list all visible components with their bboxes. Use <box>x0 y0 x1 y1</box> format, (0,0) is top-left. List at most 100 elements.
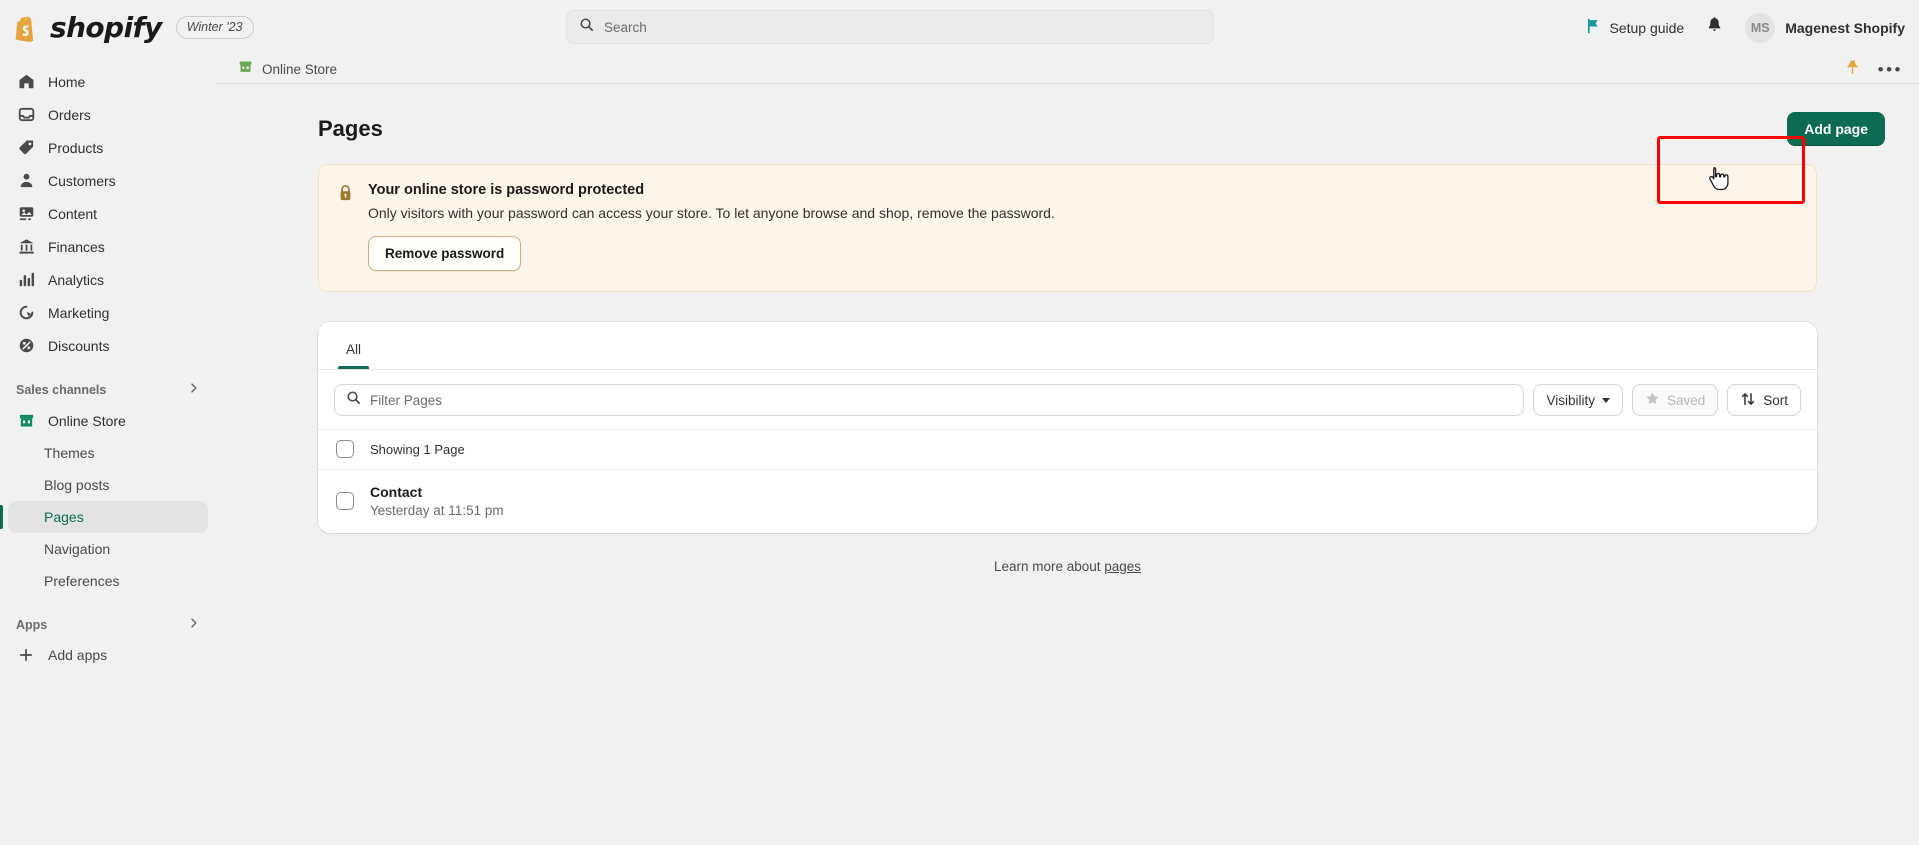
context-bar-actions: ••• <box>1845 59 1903 80</box>
notifications-bell-icon[interactable] <box>1706 16 1723 40</box>
tab-all-label: All <box>346 342 362 357</box>
sidebar-item-marketing-label: Marketing <box>48 304 110 321</box>
sidebar-item-orders[interactable]: Orders <box>8 98 208 131</box>
products-tag-icon <box>16 139 36 156</box>
global-search-box[interactable]: Search <box>566 10 1214 44</box>
sidebar-item-themes-label: Themes <box>44 445 95 461</box>
add-page-button[interactable]: Add page <box>1787 112 1885 146</box>
sidebar-item-online-store[interactable]: Online Store <box>8 404 208 437</box>
sidebar-section-apps[interactable]: Apps <box>0 611 216 639</box>
sidebar-item-themes[interactable]: Themes <box>8 437 208 469</box>
app-body: Home Orders Products Customers Content F… <box>0 55 1919 845</box>
pushpin-icon[interactable] <box>1845 59 1860 80</box>
pages-card: All Filter Pages Visibility Saved Sort S… <box>318 322 1817 533</box>
banner-body: Your online store is password protected … <box>368 182 1055 271</box>
store-name-label: Magenest Shopify <box>1785 19 1905 36</box>
sidebar-section-sales-channels[interactable]: Sales channels <box>0 376 216 404</box>
shopify-bag-logo-icon <box>14 14 40 42</box>
apps-label: Apps <box>16 618 48 632</box>
marketing-target-icon <box>16 304 36 321</box>
sidebar-item-customers-label: Customers <box>48 172 116 189</box>
learn-more-text: Learn more about <box>993 559 1105 574</box>
chevron-down-icon <box>1601 397 1610 403</box>
primary-sidebar: Home Orders Products Customers Content F… <box>0 55 216 845</box>
saved-button[interactable]: Saved <box>1631 384 1719 416</box>
banner-title: Your online store is password protected <box>368 182 645 198</box>
analytics-bars-icon <box>16 271 36 288</box>
learn-more-footer: Learn more about pages <box>236 559 1899 574</box>
add-apps-button[interactable]: Add apps <box>8 639 208 671</box>
home-icon <box>16 73 36 90</box>
setup-guide-button[interactable]: Setup guide <box>1586 18 1684 37</box>
lock-icon <box>337 182 355 271</box>
plus-icon <box>16 648 36 662</box>
breadcrumb[interactable]: Online Store <box>238 59 337 79</box>
banner-text: Only visitors with your password can acc… <box>368 205 1055 221</box>
account-menu[interactable]: MS Magenest Shopify <box>1745 12 1905 43</box>
visibility-label: Visibility <box>1546 392 1595 408</box>
sidebar-item-finances[interactable]: Finances <box>8 230 208 263</box>
context-bar: Online Store ••• <box>216 55 1919 84</box>
sidebar-item-products-label: Products <box>48 139 104 156</box>
sidebar-item-preferences-label: Preferences <box>44 573 120 589</box>
sort-label: Sort <box>1763 392 1788 408</box>
shopify-brand[interactable]: shopify Winter '23 <box>0 11 254 44</box>
sidebar-item-navigation[interactable]: Navigation <box>8 533 208 565</box>
sales-channels-label: Sales channels <box>16 383 107 397</box>
sidebar-item-marketing[interactable]: Marketing <box>8 296 208 329</box>
page-title: Pages <box>318 116 383 141</box>
shopify-wordmark: shopify <box>50 11 162 44</box>
sidebar-item-finances-label: Finances <box>48 238 105 255</box>
discounts-percent-icon <box>16 337 36 354</box>
visibility-dropdown[interactable]: Visibility <box>1533 384 1623 416</box>
sidebar-item-customers[interactable]: Customers <box>8 164 208 197</box>
sidebar-item-content-label: Content <box>48 205 98 222</box>
storefront-icon <box>16 412 36 429</box>
sidebar-item-preferences[interactable]: Preferences <box>8 565 208 597</box>
global-top-bar: shopify Winter '23 Search Setup guide MS… <box>0 0 1919 55</box>
sidebar-item-discounts[interactable]: Discounts <box>8 329 208 362</box>
remove-password-button[interactable]: Remove password <box>368 236 522 271</box>
sidebar-item-navigation-label: Navigation <box>44 541 111 557</box>
row-checkbox[interactable] <box>336 492 354 510</box>
sidebar-item-analytics[interactable]: Analytics <box>8 263 208 296</box>
tab-all[interactable]: All <box>334 342 373 369</box>
avatar: MS <box>1745 12 1776 43</box>
storefront-icon-breadcrumb <box>238 59 253 79</box>
row-subtitle: Yesterday at 11:51 pm <box>370 503 504 518</box>
search-icon-filter <box>346 390 361 410</box>
global-search-placeholder: Search <box>604 19 647 35</box>
sidebar-item-products[interactable]: Products <box>8 131 208 164</box>
pages-link[interactable]: pages <box>1104 559 1141 574</box>
customers-person-icon <box>16 172 36 189</box>
password-protected-banner: Your online store is password protected … <box>318 164 1817 292</box>
sidebar-item-pages[interactable]: Pages <box>0 501 208 533</box>
page-header: Pages Add page <box>236 84 1899 164</box>
table-row[interactable]: Contact Yesterday at 11:51 pm <box>318 469 1817 533</box>
filter-pages-input[interactable]: Filter Pages <box>334 384 1525 416</box>
breadcrumb-label: Online Store <box>262 61 338 77</box>
row-body: Contact Yesterday at 11:51 pm <box>370 484 504 518</box>
sidebar-item-blog-posts[interactable]: Blog posts <box>8 469 208 501</box>
sort-arrows-icon <box>1740 391 1756 410</box>
online-store-label: Online Store <box>48 412 126 429</box>
sidebar-item-pages-label: Pages <box>44 509 84 525</box>
sort-button[interactable]: Sort <box>1727 384 1801 416</box>
page-content: Pages Add page Your online store is pass… <box>216 84 1919 845</box>
chevron-right-icon-apps <box>188 616 200 634</box>
more-horizontal-icon[interactable]: ••• <box>1878 61 1903 78</box>
global-search[interactable]: Search <box>566 10 1214 44</box>
sidebar-item-orders-label: Orders <box>48 106 91 123</box>
main-region: Online Store ••• Pages Add page Your onl… <box>216 55 1919 845</box>
finances-bank-icon <box>16 238 36 255</box>
saved-label: Saved <box>1666 392 1706 408</box>
sidebar-item-blog-posts-label: Blog posts <box>44 477 110 493</box>
filter-pages-placeholder: Filter Pages <box>370 392 443 408</box>
sidebar-item-home[interactable]: Home <box>8 65 208 98</box>
list-header-row: Showing 1 Page <box>318 429 1817 469</box>
sidebar-item-content[interactable]: Content <box>8 197 208 230</box>
season-badge: Winter '23 <box>175 16 254 39</box>
select-all-checkbox[interactable] <box>336 440 354 458</box>
chevron-right-icon <box>188 381 200 399</box>
